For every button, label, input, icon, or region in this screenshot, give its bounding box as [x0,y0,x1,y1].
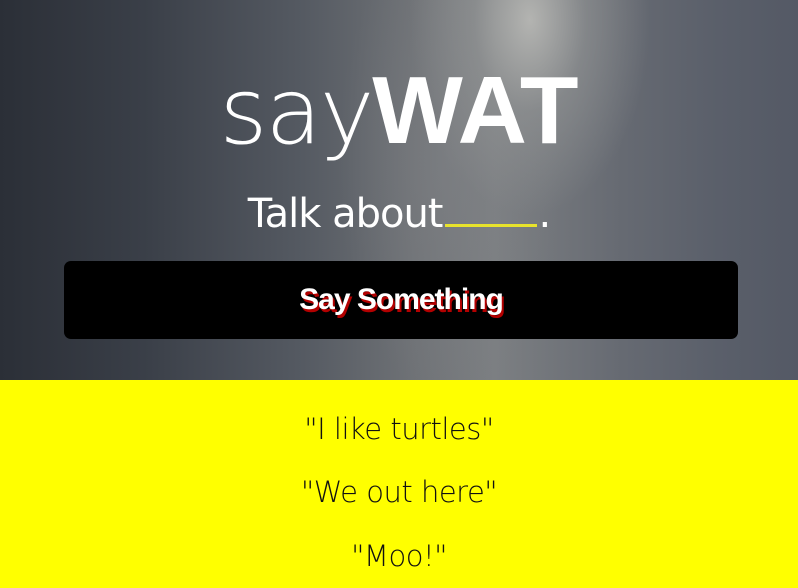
hero-banner: sayWAT Talk about. Say Something [0,0,798,380]
logo-text-say: say [219,58,375,165]
tagline-blank [444,178,537,227]
quote-item: "I like turtles" [304,412,494,446]
logo-text-wat: WAT [372,57,579,164]
quotes-section: "I like turtles" "We out here" "Moo!" [0,380,798,588]
say-something-button-label[interactable]: Say Something [64,261,738,339]
quote-item: "Moo!" [351,539,447,573]
app-logo: sayWAT [0,56,798,167]
tagline-prefix: Talk about [247,191,444,237]
tagline: Talk about. [0,178,798,242]
quote-item: "We out here" [300,475,498,509]
tagline-suffix: . [538,191,552,237]
